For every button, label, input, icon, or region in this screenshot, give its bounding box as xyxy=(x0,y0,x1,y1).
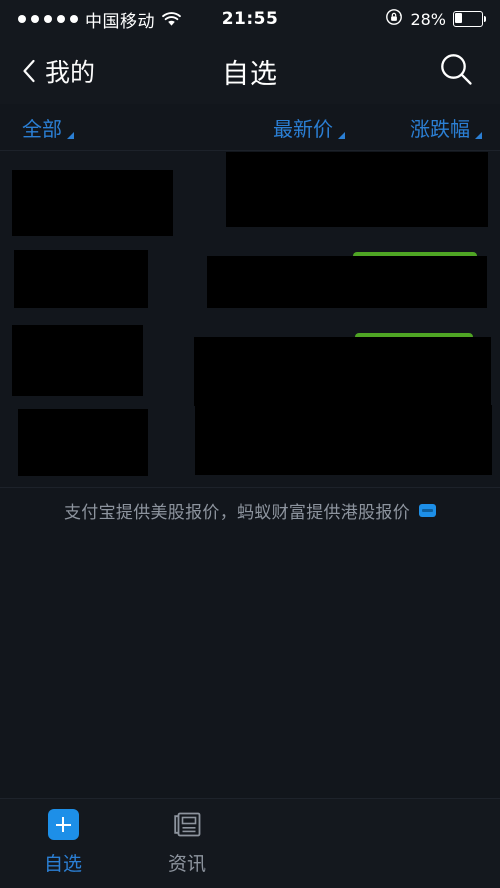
filter-all-label: 全部 xyxy=(22,116,62,141)
redacted-block xyxy=(194,337,491,406)
watchlist xyxy=(0,150,500,488)
filter-all[interactable]: 全部 xyxy=(22,104,74,150)
redacted-block xyxy=(12,170,173,236)
sort-change-percent[interactable]: 涨跌幅 xyxy=(410,104,482,150)
battery-icon xyxy=(453,11,486,27)
quote-source-text: 支付宝提供美股报价，蚂蚁财富提供港股报价 xyxy=(64,503,410,523)
sort-triangle-icon xyxy=(67,132,74,139)
sort-latest-price-label: 最新价 xyxy=(273,116,333,141)
app-screen: 中国移动 21:55 28% 我的 自选 全部 最新价 涨跌幅 支付宝提供美股报… xyxy=(0,0,500,888)
clock-label: 21:55 xyxy=(221,9,279,29)
list-separator xyxy=(0,487,500,488)
tab-watchlist[interactable]: 自选 xyxy=(8,809,118,876)
list-separator xyxy=(0,150,500,151)
redacted-block xyxy=(226,152,488,227)
info-badge-icon[interactable] xyxy=(419,504,436,517)
tab-bar: 自选 资讯 xyxy=(0,798,500,888)
filter-sort-bar: 全部 最新价 涨跌幅 xyxy=(0,104,500,150)
tab-watchlist-label: 自选 xyxy=(43,853,82,875)
page-title: 自选 xyxy=(222,58,278,90)
sort-change-percent-label: 涨跌幅 xyxy=(410,116,470,141)
battery-fill xyxy=(455,13,462,23)
redacted-block xyxy=(14,250,148,308)
tab-news[interactable]: 资讯 xyxy=(132,809,242,876)
redacted-block xyxy=(12,325,143,396)
search-icon xyxy=(438,54,474,91)
redacted-block xyxy=(18,409,148,476)
tab-news-label: 资讯 xyxy=(167,853,206,875)
redacted-block xyxy=(207,256,487,308)
plus-square-icon xyxy=(47,809,79,840)
sort-triangle-icon xyxy=(475,132,482,139)
sort-latest-price[interactable]: 最新价 xyxy=(273,104,345,150)
quote-source-note: 支付宝提供美股报价，蚂蚁财富提供港股报价 xyxy=(0,498,500,523)
status-bar: 中国移动 21:55 28% xyxy=(0,0,500,38)
sort-triangle-icon xyxy=(338,132,345,139)
search-button[interactable] xyxy=(438,51,500,91)
newspaper-icon xyxy=(172,809,203,840)
navigation-bar: 我的 自选 xyxy=(0,38,500,104)
redacted-block xyxy=(195,405,492,475)
